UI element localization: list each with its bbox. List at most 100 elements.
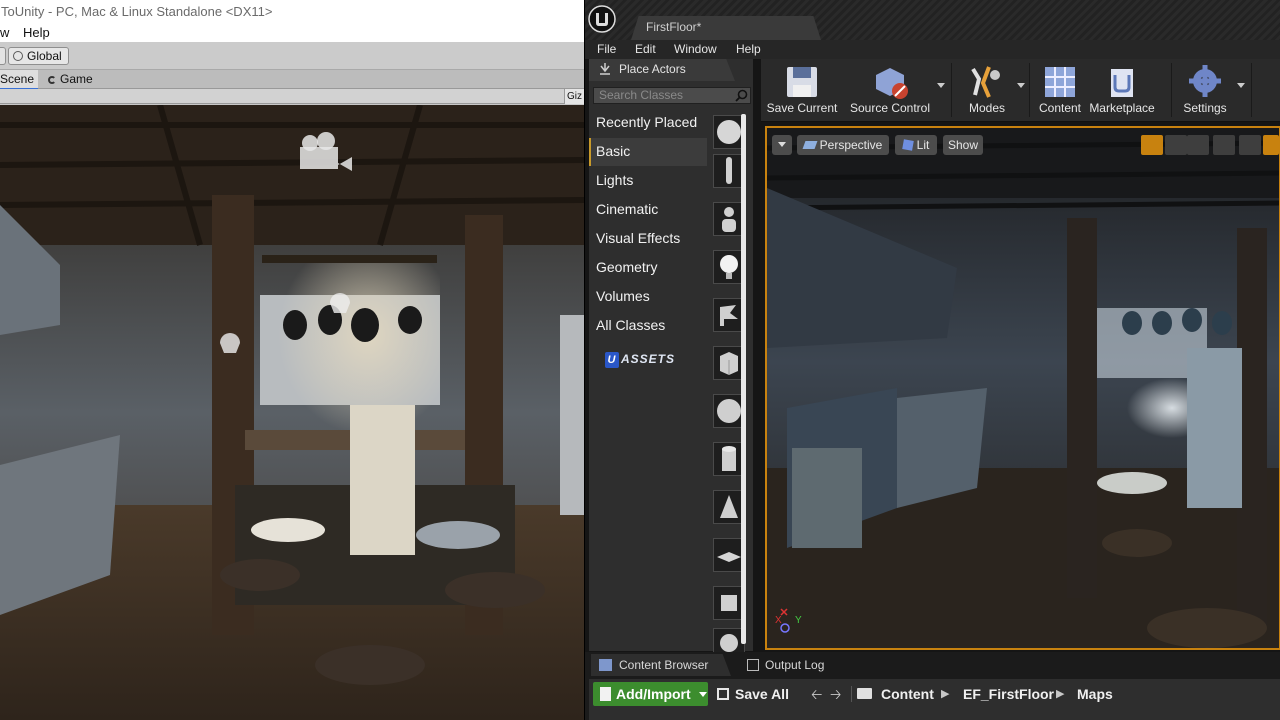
- category-geometry[interactable]: Geometry: [589, 254, 707, 282]
- toolbar-separator: [1171, 63, 1172, 117]
- place-actors-tab[interactable]: Place Actors: [589, 59, 735, 81]
- search-classes-placeholder: Search Classes: [599, 88, 684, 102]
- breadcrumb-chevron-icon[interactable]: ▶: [941, 682, 949, 706]
- menu-file[interactable]: File: [597, 40, 616, 59]
- source-control-icon: [876, 68, 908, 99]
- breadcrumb-maps[interactable]: Maps: [1077, 682, 1113, 706]
- source-control-dropdown-arrow[interactable]: [937, 83, 945, 88]
- modes-button[interactable]: Modes: [957, 59, 1017, 122]
- bottom-panel: Content Browser Output Log Add/Import Sa…: [585, 652, 1280, 720]
- place-actors-scrollbar[interactable]: [741, 114, 746, 644]
- tab-output-log[interactable]: Output Log: [743, 654, 873, 676]
- output-log-icon: [747, 659, 759, 671]
- save-current-label: Save Current: [766, 101, 838, 115]
- level-viewport[interactable]: X Y Perspective Lit Show: [765, 126, 1280, 650]
- grid-snap-icon[interactable]: [1263, 135, 1279, 155]
- breadcrumb-chevron-icon[interactable]: ▶: [1056, 682, 1064, 706]
- gizmos-dropdown[interactable]: Giz: [564, 89, 584, 104]
- menu-window[interactable]: Window: [674, 40, 717, 59]
- content-button[interactable]: Content: [1029, 59, 1091, 122]
- source-control-button[interactable]: Source Control: [845, 59, 935, 122]
- rotate-mode-icon[interactable]: [1165, 135, 1187, 155]
- tab-content-browser[interactable]: Content Browser: [591, 654, 731, 676]
- content-browser-icon: [1045, 67, 1075, 97]
- world-local-icon[interactable]: [1213, 135, 1235, 155]
- settings-dropdown-arrow[interactable]: [1237, 83, 1245, 88]
- lit-icon: [901, 139, 914, 151]
- save-current-button[interactable]: Save Current: [765, 59, 839, 122]
- lit-label: Lit: [916, 138, 930, 152]
- output-log-tab-label: Output Log: [765, 658, 825, 672]
- unreal-editor-window: FirstFloor* File Edit Window Help Place …: [584, 0, 1280, 720]
- settings-gear-icon: [1189, 65, 1221, 97]
- unreal-title-bar: FirstFloor*: [585, 0, 1280, 40]
- scale-mode-icon[interactable]: [1187, 135, 1209, 155]
- unity-global-toggle[interactable]: Global: [8, 47, 69, 65]
- breadcrumb-content[interactable]: Content: [881, 682, 934, 706]
- new-asset-icon: [600, 687, 611, 701]
- marketplace-icon: [1111, 69, 1133, 97]
- category-basic[interactable]: Basic: [589, 138, 707, 166]
- tab-game-label: Game: [60, 72, 93, 86]
- unity-menu-help[interactable]: Help: [23, 24, 50, 42]
- category-cinematic[interactable]: Cinematic: [589, 196, 707, 224]
- history-back-icon[interactable]: 🡠: [811, 682, 822, 706]
- category-visual-effects[interactable]: Visual Effects: [589, 225, 707, 253]
- search-classes-input[interactable]: Search Classes: [593, 87, 751, 104]
- category-recently-placed[interactable]: Recently Placed: [589, 109, 707, 137]
- category-volumes[interactable]: Volumes: [589, 283, 707, 311]
- toolbar-separator: [951, 63, 952, 117]
- breadcrumb-separator: [851, 686, 852, 702]
- unity-menu-bar: w Help: [0, 24, 584, 42]
- game-tab-icon: [48, 76, 56, 84]
- settings-button[interactable]: Settings: [1175, 59, 1235, 122]
- content-browser-toolbar: Add/Import Save All 🡠 🡢 Content ▶ EF_Fir…: [589, 679, 1280, 720]
- unity-toolbar: Global: [0, 42, 584, 70]
- tab-scene-label: Scene: [0, 72, 35, 86]
- chevron-down-icon: [778, 142, 786, 147]
- viewport-options-dropdown[interactable]: [772, 135, 792, 155]
- marketplace-label: Marketplace: [1089, 101, 1155, 115]
- modes-icon: [971, 66, 1000, 98]
- save-all-button[interactable]: Save All: [717, 682, 789, 706]
- content-browser-tab-label: Content Browser: [619, 658, 709, 672]
- axis-x-label: X: [775, 615, 782, 626]
- modes-dropdown-arrow[interactable]: [1017, 83, 1025, 88]
- globe-icon: [13, 51, 23, 61]
- unreal-menu-bar: File Edit Window Help: [585, 40, 1280, 59]
- breadcrumb-ef-firstfloor[interactable]: EF_FirstFloor: [963, 682, 1054, 706]
- uassets-link[interactable]: U ASSETS: [605, 350, 675, 368]
- unity-view-tabs: Scene Game: [0, 70, 584, 90]
- unity-window-title: ToUnity - PC, Mac & Linux Standalone <DX…: [0, 0, 584, 24]
- category-lights[interactable]: Lights: [589, 167, 707, 195]
- lit-button[interactable]: Lit: [895, 135, 937, 155]
- translate-mode-icon[interactable]: [1141, 135, 1163, 155]
- menu-help[interactable]: Help: [736, 40, 761, 59]
- content-label: Content: [1038, 101, 1082, 115]
- place-actors-label: Place Actors: [619, 62, 686, 76]
- show-label: Show: [947, 138, 979, 152]
- unity-menu-window-partial[interactable]: w: [0, 24, 9, 42]
- unreal-logo-icon: [588, 5, 616, 33]
- add-import-button[interactable]: Add/Import: [593, 682, 708, 706]
- uassets-label: ASSETS: [621, 352, 676, 366]
- toolbar-separator: [1251, 63, 1252, 117]
- unity-editor-window: ToUnity - PC, Mac & Linux Standalone <DX…: [0, 0, 584, 720]
- category-all-classes[interactable]: All Classes: [589, 312, 707, 340]
- tab-scene[interactable]: Scene: [0, 70, 38, 90]
- show-button[interactable]: Show: [943, 135, 983, 155]
- marketplace-button[interactable]: Marketplace: [1087, 59, 1157, 122]
- menu-edit[interactable]: Edit: [635, 40, 656, 59]
- unity-global-label: Global: [27, 49, 62, 63]
- source-control-label: Source Control: [849, 101, 931, 115]
- level-document-tab[interactable]: FirstFloor*: [631, 16, 821, 40]
- surface-snap-icon[interactable]: [1239, 135, 1261, 155]
- perspective-icon: [802, 141, 818, 149]
- level-tab-label: FirstFloor*: [646, 20, 702, 34]
- unity-pivot-button[interactable]: [0, 47, 6, 65]
- perspective-button[interactable]: Perspective: [797, 135, 889, 155]
- tab-game[interactable]: Game: [44, 70, 99, 89]
- history-forward-icon[interactable]: 🡢: [830, 682, 841, 706]
- unity-scene-view[interactable]: [0, 105, 584, 720]
- save-all-icon: [717, 688, 729, 700]
